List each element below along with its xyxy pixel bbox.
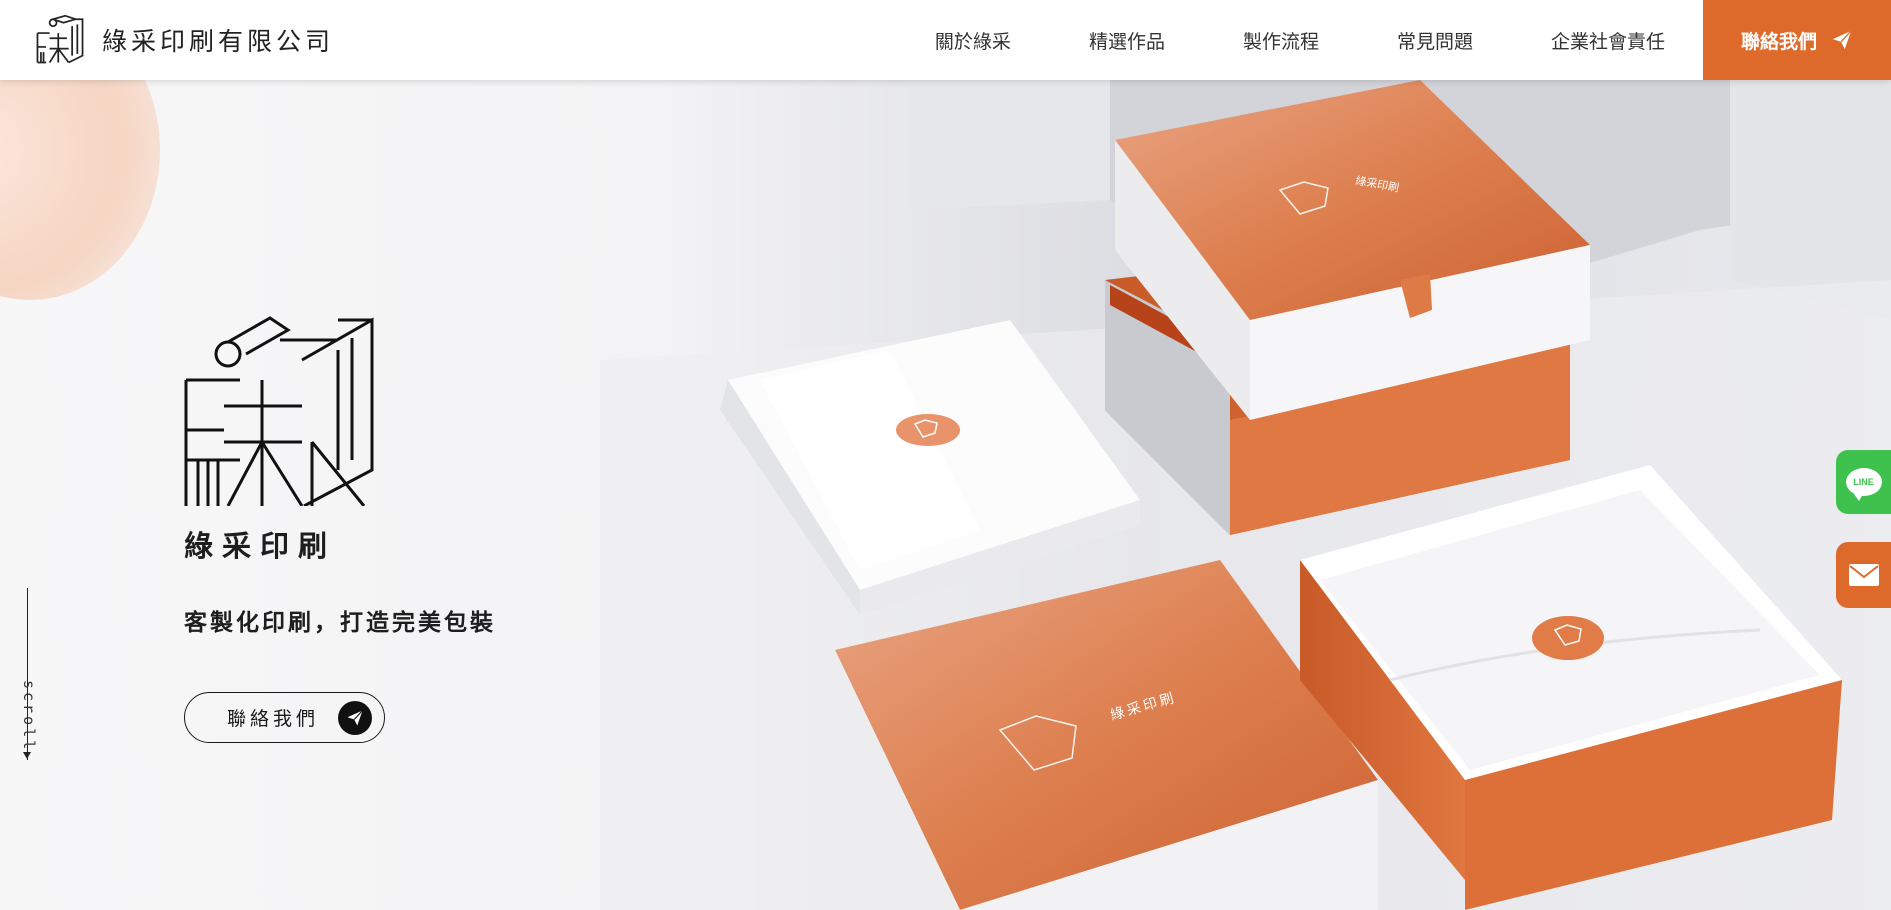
hero-tagline: 客製化印刷，打造完美包裝 [184, 610, 496, 636]
brand-link[interactable]: 綠采印刷有限公司 [34, 14, 334, 66]
nav-item-csr[interactable]: 企業社會責任 [1551, 27, 1665, 54]
arrow-down-icon [23, 752, 31, 759]
main-nav: 關於綠采 精選作品 製作流程 常見問題 企業社會責任 [935, 0, 1665, 80]
site-header: 綠采印刷有限公司 關於綠采 精選作品 製作流程 常見問題 企業社會責任 聯絡我們 [0, 0, 1891, 80]
line-icon: LINE [1845, 468, 1882, 501]
scroll-label[interactable]: scroll [20, 680, 38, 752]
header-contact-label: 聯絡我們 [1740, 30, 1817, 53]
nav-item-portfolio[interactable]: 精選作品 [1089, 27, 1165, 54]
header-contact-button[interactable]: 聯絡我們 [1703, 0, 1891, 80]
paper-plane-icon [1832, 30, 1852, 50]
nav-item-about[interactable]: 關於綠采 [935, 27, 1011, 54]
line-chat-button[interactable]: LINE [1836, 450, 1891, 514]
hero-contact-button[interactable]: 聯絡我們 [184, 692, 385, 743]
nav-item-process[interactable]: 製作流程 [1243, 27, 1319, 54]
nav-item-faq[interactable]: 常見問題 [1397, 27, 1473, 54]
hero-section: 綠采印刷 綠采印刷 綠采印刷 客製化印刷，打造完美包裝 聯絡我們 scroll … [0, 80, 1891, 910]
mail-icon [1848, 564, 1879, 586]
hero-brand-name: 綠采印刷 [184, 529, 337, 563]
hero-contact-label: 聯絡我們 [227, 708, 320, 730]
mail-button[interactable] [1836, 542, 1891, 608]
hero-logo-icon [184, 316, 374, 506]
brand-name: 綠采印刷有限公司 [102, 27, 335, 56]
brand-logo-icon [36, 14, 84, 64]
paper-plane-icon [338, 701, 372, 735]
